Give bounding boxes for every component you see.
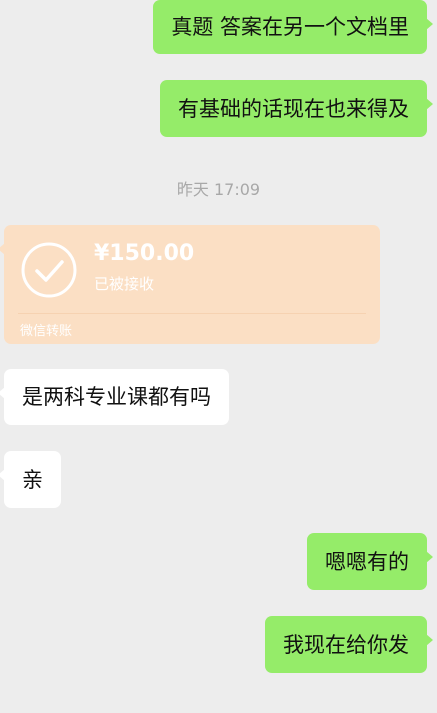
message-bubble-outgoing[interactable]: 真题 答案在另一个文档里 (153, 0, 433, 54)
transfer-divider (18, 313, 366, 314)
message-bubble-outgoing[interactable]: 嗯嗯有的 (307, 533, 433, 590)
message-bubble-outgoing[interactable]: 我现在给你发 (265, 616, 433, 673)
message-text: 真题 答案在另一个文档里 (171, 15, 409, 39)
message-text: 我现在给你发 (283, 632, 409, 657)
message-text: 嗯嗯有的 (325, 549, 409, 574)
chat-timestamp: 昨天 17:09 (176, 180, 261, 199)
message-text: 是两科专业课都有吗 (22, 385, 211, 409)
message-text: 亲 (22, 467, 43, 492)
transfer-amount: ¥150.00 (94, 241, 195, 266)
message-text: 有基础的话现在也来得及 (178, 96, 409, 121)
check-circle-icon (21, 242, 77, 298)
message-bubble-outgoing[interactable]: 有基础的话现在也来得及 (160, 80, 433, 137)
transfer-label: 微信转账 (20, 324, 73, 339)
message-bubble-incoming[interactable]: 亲 (0, 451, 61, 508)
transfer-status: 已被接收 (94, 275, 155, 293)
message-bubble-incoming[interactable]: 是两科专业课都有吗 (0, 369, 229, 425)
wechat-transfer-card[interactable]: ¥150.00 已被接收 微信转账 (0, 225, 380, 344)
